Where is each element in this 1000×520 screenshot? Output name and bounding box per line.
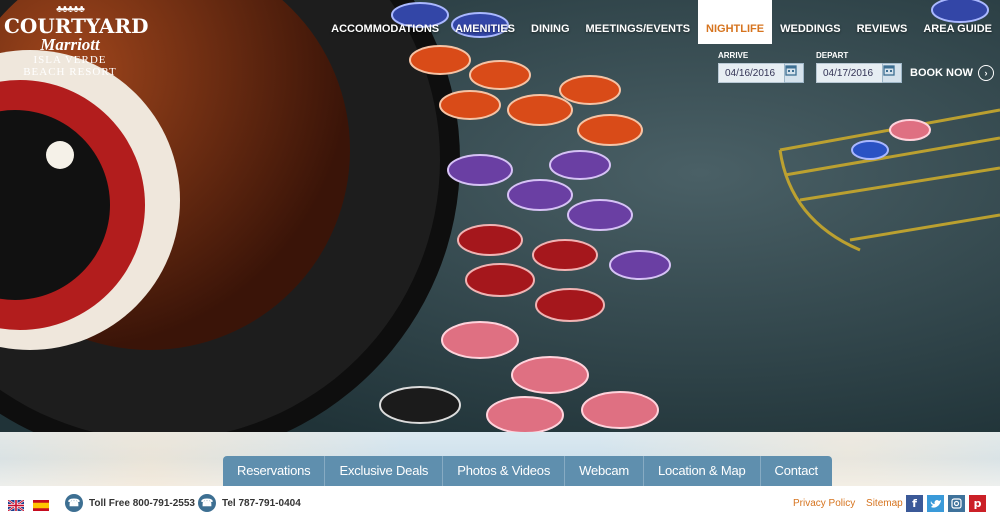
- nav-item-area-guide[interactable]: AREA GUIDE: [915, 0, 1000, 44]
- sitemap-link[interactable]: Sitemap: [866, 498, 903, 509]
- hero-image: ♣♣♣♣♣ COURTYARD Marriott ISLA VERDE BEAC…: [0, 0, 1000, 432]
- nav-item-nightlife[interactable]: NIGHTLIFE: [698, 0, 773, 44]
- facebook-icon[interactable]: f: [906, 495, 923, 512]
- nav-item-dining[interactable]: DINING: [523, 0, 578, 44]
- nav-item-amenities[interactable]: AMENITIES: [447, 0, 523, 44]
- book-now-button[interactable]: BOOK NOW ›: [910, 63, 994, 83]
- privacy-policy-link[interactable]: Privacy Policy: [793, 498, 855, 509]
- logo-location-line1: ISLA VERDE: [33, 54, 107, 66]
- phone-icon: ☎: [198, 494, 216, 512]
- tel-phone[interactable]: ☎ Tel 787-791-0404: [198, 494, 301, 512]
- tab-location-map[interactable]: Location & Map: [642, 456, 760, 486]
- social-links: f p: [906, 495, 986, 512]
- nav-item-weddings[interactable]: WEDDINGS: [772, 0, 849, 44]
- main-nav: ACCOMMODATIONS AMENITIES DINING MEETINGS…: [323, 0, 1000, 44]
- resort-logo[interactable]: ♣♣♣♣♣ COURTYARD Marriott ISLA VERDE BEAC…: [4, 4, 149, 78]
- instagram-icon[interactable]: [948, 495, 965, 512]
- tab-reservations[interactable]: Reservations: [223, 456, 324, 486]
- tab-exclusive-deals[interactable]: Exclusive Deals: [324, 456, 442, 486]
- arrive-label: ARRIVE: [718, 51, 749, 60]
- tab-contact[interactable]: Contact: [759, 456, 832, 486]
- tab-photos-videos[interactable]: Photos & Videos: [442, 456, 564, 486]
- chevron-right-icon: ›: [977, 65, 994, 81]
- toll-free-text: Toll Free 800-791-2553: [89, 497, 195, 509]
- toll-free-phone[interactable]: ☎ Toll Free 800-791-2553: [65, 494, 195, 512]
- spain-flag-icon[interactable]: [33, 500, 49, 511]
- uk-flag-icon[interactable]: [8, 500, 24, 511]
- arrive-date-field[interactable]: 04/16/2016: [718, 63, 788, 83]
- secondary-tabs: Reservations Exclusive Deals Photos & Vi…: [223, 456, 832, 486]
- nav-item-reviews[interactable]: REVIEWS: [849, 0, 916, 44]
- logo-marriott: Marriott: [40, 35, 100, 54]
- logo-brand: COURTYARD: [4, 14, 149, 38]
- footer-links: Privacy Policy Sitemap: [793, 498, 911, 509]
- depart-calendar-icon[interactable]: [882, 63, 902, 83]
- depart-date-field[interactable]: 04/17/2016: [816, 63, 886, 83]
- tel-text: Tel 787-791-0404: [222, 497, 301, 509]
- nav-item-accommodations[interactable]: ACCOMMODATIONS: [323, 0, 447, 44]
- depart-label: DEPART: [816, 51, 849, 60]
- logo-location-line2: BEACH RESORT: [23, 66, 117, 78]
- pinterest-icon[interactable]: p: [969, 495, 986, 512]
- nav-item-meetings-events[interactable]: MEETINGS/EVENTS: [578, 0, 699, 44]
- twitter-icon[interactable]: [927, 495, 944, 512]
- arrive-calendar-icon[interactable]: [784, 63, 804, 83]
- booking-widget: ARRIVE 04/16/2016 DEPART 04/17/2016 BOOK…: [717, 51, 995, 85]
- tab-webcam[interactable]: Webcam: [564, 456, 643, 486]
- footer-bar: ☎ Toll Free 800-791-2553 ☎ Tel 787-791-0…: [0, 486, 1000, 520]
- book-now-label: BOOK NOW: [910, 67, 973, 79]
- phone-icon: ☎: [65, 494, 83, 512]
